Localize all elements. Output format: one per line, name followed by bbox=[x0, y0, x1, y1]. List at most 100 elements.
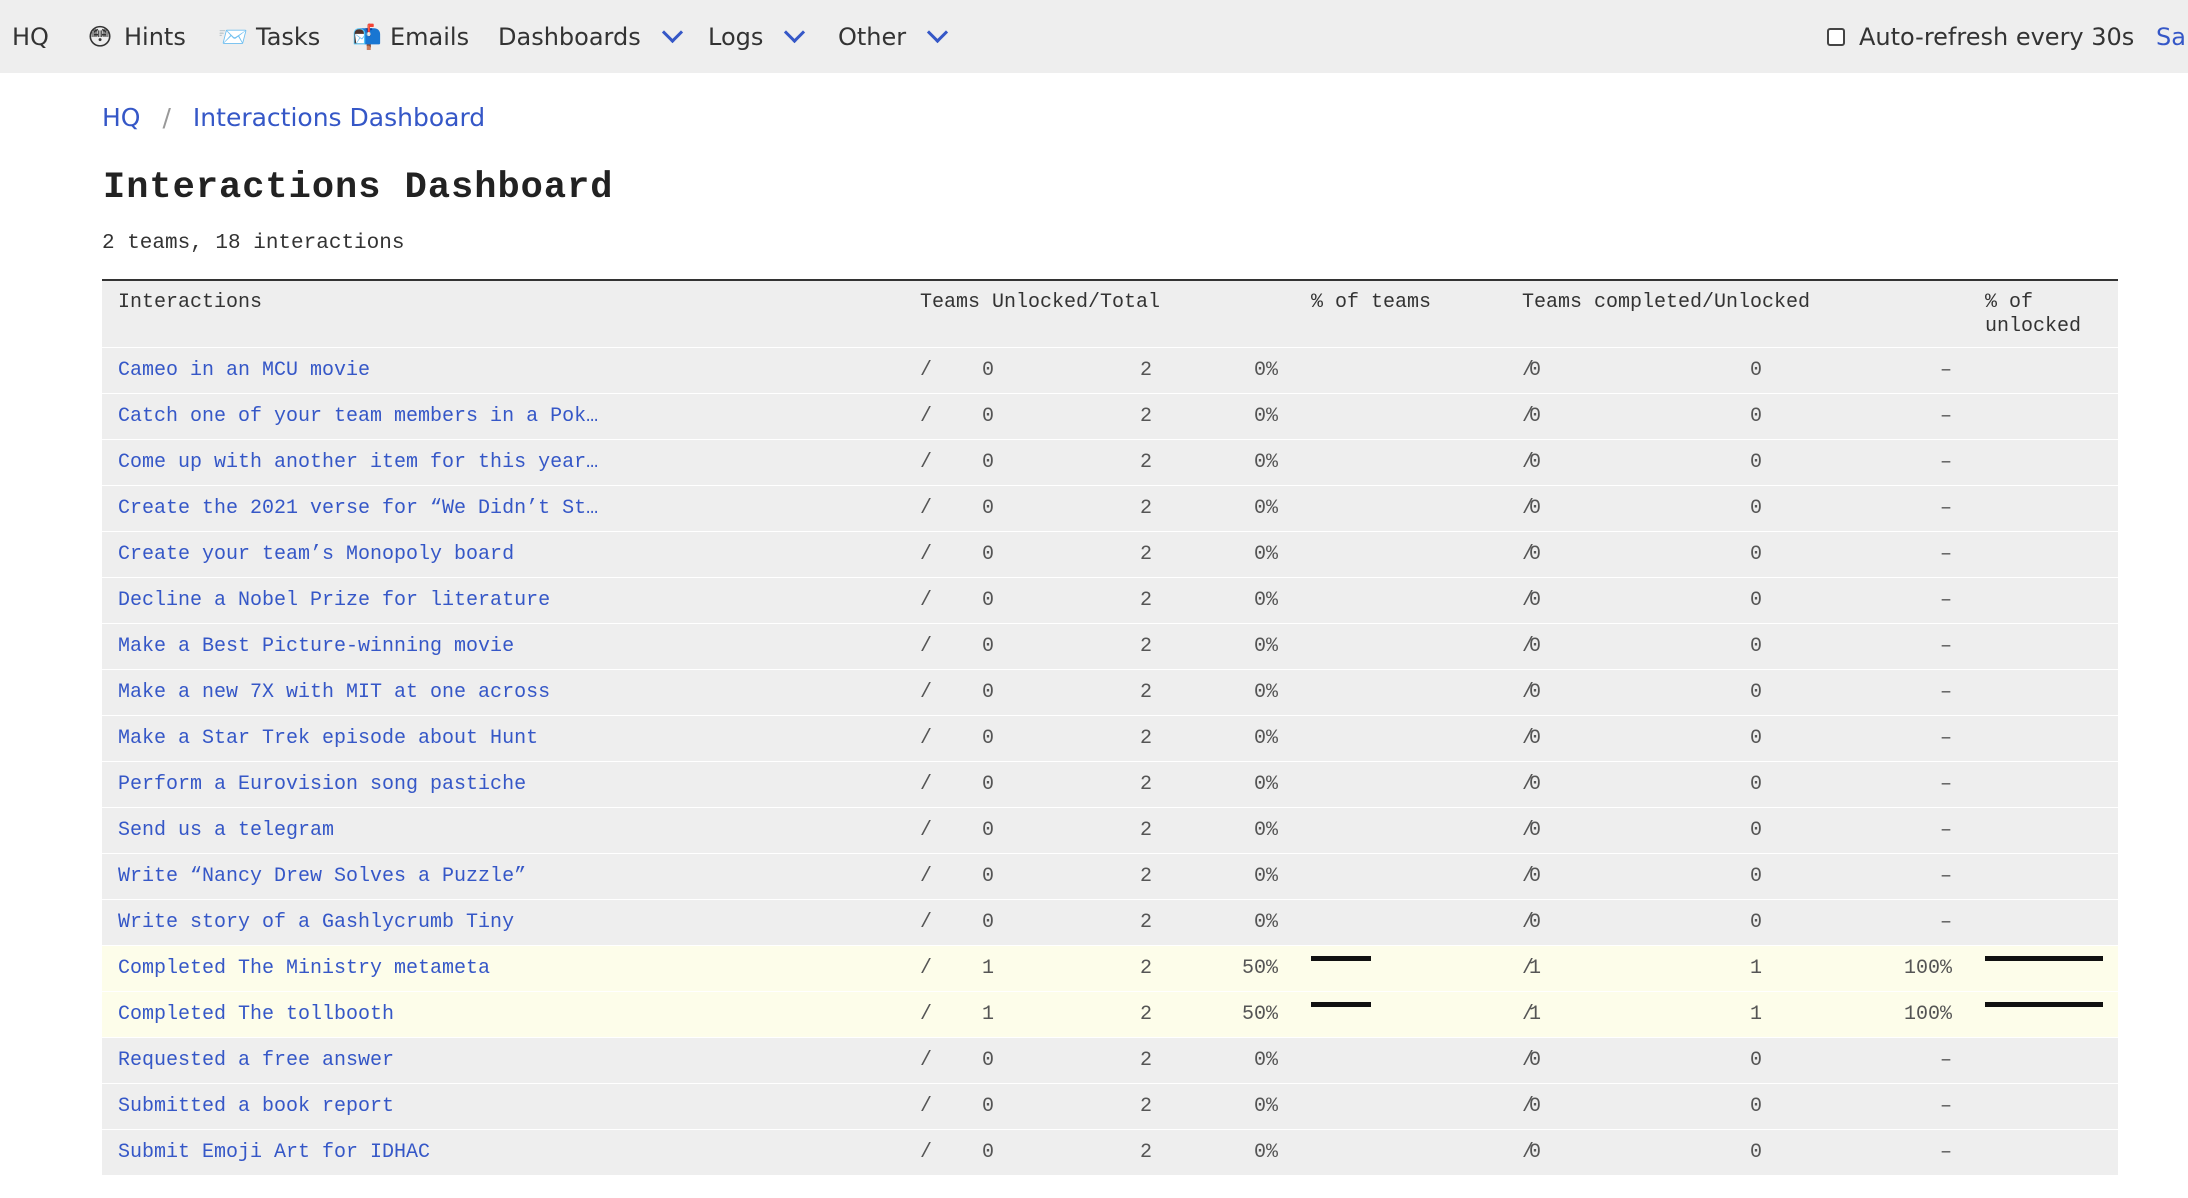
pct-teams-value: 0% bbox=[1253, 359, 1278, 382]
interactions-table: Interactions Teams Unlocked/Total % of t… bbox=[102, 279, 2118, 1175]
interaction-link[interactable]: Create the 2021 verse for “We Didn’t St… bbox=[118, 486, 638, 531]
fraction-separator: / bbox=[920, 1003, 933, 1026]
header-interactions[interactable]: Interactions bbox=[118, 291, 262, 315]
table-row: Submitted a book report 0/2 0% 0/0– bbox=[102, 1083, 2118, 1129]
table-row: Decline a Nobel Prize for literature 0 / 2 0… bbox=[102, 577, 2118, 623]
interaction-link[interactable]: Make a Best Picture-winning movie bbox=[118, 624, 638, 669]
teams-unlocked-count: 0 bbox=[981, 451, 994, 474]
fraction-separator: / bbox=[1522, 819, 1535, 842]
teams-unlocked-count-2: 0 bbox=[1749, 819, 1762, 842]
interaction-link[interactable]: Completed The Ministry metameta bbox=[118, 946, 638, 991]
pct-unlocked-value: 100% bbox=[1903, 1003, 1952, 1026]
teams-unlocked-count: 0 bbox=[981, 865, 994, 888]
interaction-link[interactable]: Send us a telegram bbox=[118, 808, 638, 853]
interaction-link[interactable]: Make a new 7X with MIT at one across bbox=[118, 670, 638, 715]
nav-other-dropdown[interactable]: Other bbox=[838, 0, 949, 73]
nav-hints[interactable]: 😳 Hints bbox=[86, 0, 186, 73]
chevron-down-icon bbox=[661, 21, 683, 44]
pct-unlocked-bar bbox=[1985, 956, 2103, 961]
teams-total-count: 2 bbox=[1139, 451, 1152, 474]
interaction-link[interactable]: Submitted a book report bbox=[118, 1084, 638, 1129]
interaction-link[interactable]: Perform a Eurovision song pastiche bbox=[118, 762, 638, 807]
teams-unlocked-count-2: 0 bbox=[1749, 635, 1762, 658]
teams-total-count: 2 bbox=[1139, 1049, 1152, 1072]
header-pct-unlocked[interactable]: % of unlocked bbox=[1985, 291, 2081, 339]
teams-unlocked-count: 0 bbox=[981, 911, 994, 934]
pct-teams-value: 0% bbox=[1253, 1141, 1278, 1164]
nav-logs-dropdown[interactable]: Logs bbox=[708, 0, 806, 73]
fraction-separator: / bbox=[920, 1095, 933, 1118]
interaction-link[interactable]: Come up with another item for this year… bbox=[118, 440, 638, 485]
breadcrumb-separator: / bbox=[162, 103, 171, 132]
nav-hq[interactable]: HQ bbox=[12, 0, 49, 73]
teams-total-count: 2 bbox=[1139, 589, 1152, 612]
teams-total-count: 2 bbox=[1139, 819, 1152, 842]
table-row: Perform a Eurovision song pastiche 0 / 2 0% 0… bbox=[102, 761, 2118, 807]
header-pct-teams[interactable]: % of teams bbox=[1311, 291, 1431, 315]
mailbox-icon: 📬 bbox=[352, 22, 382, 51]
pct-unlocked-value: – bbox=[1939, 543, 1952, 566]
teams-unlocked-count: 0 bbox=[981, 359, 994, 382]
nav-tasks[interactable]: 📨 Tasks bbox=[218, 0, 320, 73]
teams-unlocked-count: 0 bbox=[981, 497, 994, 520]
interaction-link[interactable]: Create your team’s Monopoly board bbox=[118, 532, 638, 577]
teams-total-count: 2 bbox=[1139, 1095, 1152, 1118]
teams-unlocked-count: 0 bbox=[981, 681, 994, 704]
teams-total-count: 2 bbox=[1139, 957, 1152, 980]
table-row: Come up with another item for this year…… bbox=[102, 439, 2118, 485]
interaction-link[interactable]: Completed The tollbooth bbox=[118, 992, 638, 1037]
teams-unlocked-count: 0 bbox=[981, 1141, 994, 1164]
auto-refresh-checkbox[interactable] bbox=[1827, 27, 1845, 46]
teams-unlocked-count: 0 bbox=[981, 1049, 994, 1072]
teams-total-count: 2 bbox=[1139, 1141, 1152, 1164]
interaction-link[interactable]: Requested a free answer bbox=[118, 1038, 638, 1083]
teams-unlocked-count-2: 0 bbox=[1749, 681, 1762, 704]
pct-teams-bar bbox=[1311, 1002, 1371, 1007]
nav-emails[interactable]: 📬 Emails bbox=[352, 0, 469, 73]
chevron-down-icon bbox=[927, 21, 949, 44]
teams-unlocked-count: 1 bbox=[981, 957, 994, 980]
teams-unlocked-count-2: 0 bbox=[1749, 359, 1762, 382]
fraction-separator: / bbox=[920, 589, 933, 612]
top-nav: HQ 😳 Hints 📨 Tasks 📬 Emails Dashboards L… bbox=[0, 0, 2188, 73]
pct-unlocked-value: – bbox=[1939, 911, 1952, 934]
interaction-link[interactable]: Decline a Nobel Prize for literature bbox=[118, 578, 638, 623]
fraction-separator: / bbox=[1522, 497, 1535, 520]
interaction-link[interactable]: Submit Emoji Art for IDHAC bbox=[118, 1130, 638, 1175]
fraction-separator: / bbox=[920, 1141, 933, 1164]
teams-unlocked-count: 0 bbox=[981, 405, 994, 428]
teams-total-count: 2 bbox=[1139, 911, 1152, 934]
interaction-link[interactable]: Write story of a Gashlycrumb Tiny bbox=[118, 900, 638, 945]
auto-refresh-toggle[interactable]: Auto-refresh every 30s bbox=[1827, 0, 2134, 73]
header-teams-completed-unlocked[interactable]: Teams completed/Unlocked bbox=[1522, 291, 1810, 315]
fraction-separator: / bbox=[920, 681, 933, 704]
teams-unlocked-count: 0 bbox=[981, 543, 994, 566]
pct-teams-value: 0% bbox=[1253, 1049, 1278, 1072]
fraction-separator: / bbox=[920, 727, 933, 750]
pct-unlocked-value: – bbox=[1939, 497, 1952, 520]
pct-unlocked-value: – bbox=[1939, 451, 1952, 474]
nav-hints-label: Hints bbox=[124, 22, 186, 51]
table-row: Cameo in an MCU movie 0/2 0% 0/0– bbox=[102, 347, 2118, 393]
header-teams-unlocked-total[interactable]: Teams Unlocked/Total bbox=[920, 291, 1160, 315]
fraction-separator: / bbox=[1522, 1095, 1535, 1118]
breadcrumb-current-link[interactable]: Interactions Dashboard bbox=[193, 103, 485, 132]
teams-total-count: 2 bbox=[1139, 773, 1152, 796]
fraction-separator: / bbox=[1522, 1003, 1535, 1026]
teams-unlocked-count-2: 0 bbox=[1749, 497, 1762, 520]
nav-user-link[interactable]: Sal bbox=[2156, 0, 2188, 73]
interaction-link[interactable]: Cameo in an MCU movie bbox=[118, 348, 638, 393]
interaction-link[interactable]: Write “Nancy Drew Solves a Puzzle” bbox=[118, 854, 638, 899]
fraction-separator: / bbox=[920, 819, 933, 842]
teams-total-count: 2 bbox=[1139, 543, 1152, 566]
table-row: Make a Best Picture-winning movie 0 / 2 0% 0 /… bbox=[102, 623, 2118, 669]
fraction-separator: / bbox=[1522, 911, 1535, 934]
teams-unlocked-count: 0 bbox=[981, 589, 994, 612]
interaction-link[interactable]: Make a Star Trek episode about Hunt bbox=[118, 716, 638, 761]
breadcrumb-hq-link[interactable]: HQ bbox=[102, 103, 140, 132]
teams-total-count: 2 bbox=[1139, 1003, 1152, 1026]
table-row: Create your team’s Monopoly board 0 / 2 0% 0 /… bbox=[102, 531, 2118, 577]
teams-total-count: 2 bbox=[1139, 359, 1152, 382]
interaction-link[interactable]: Catch one of your team members in a Pok… bbox=[118, 394, 638, 439]
nav-dashboards-dropdown[interactable]: Dashboards bbox=[498, 0, 683, 73]
